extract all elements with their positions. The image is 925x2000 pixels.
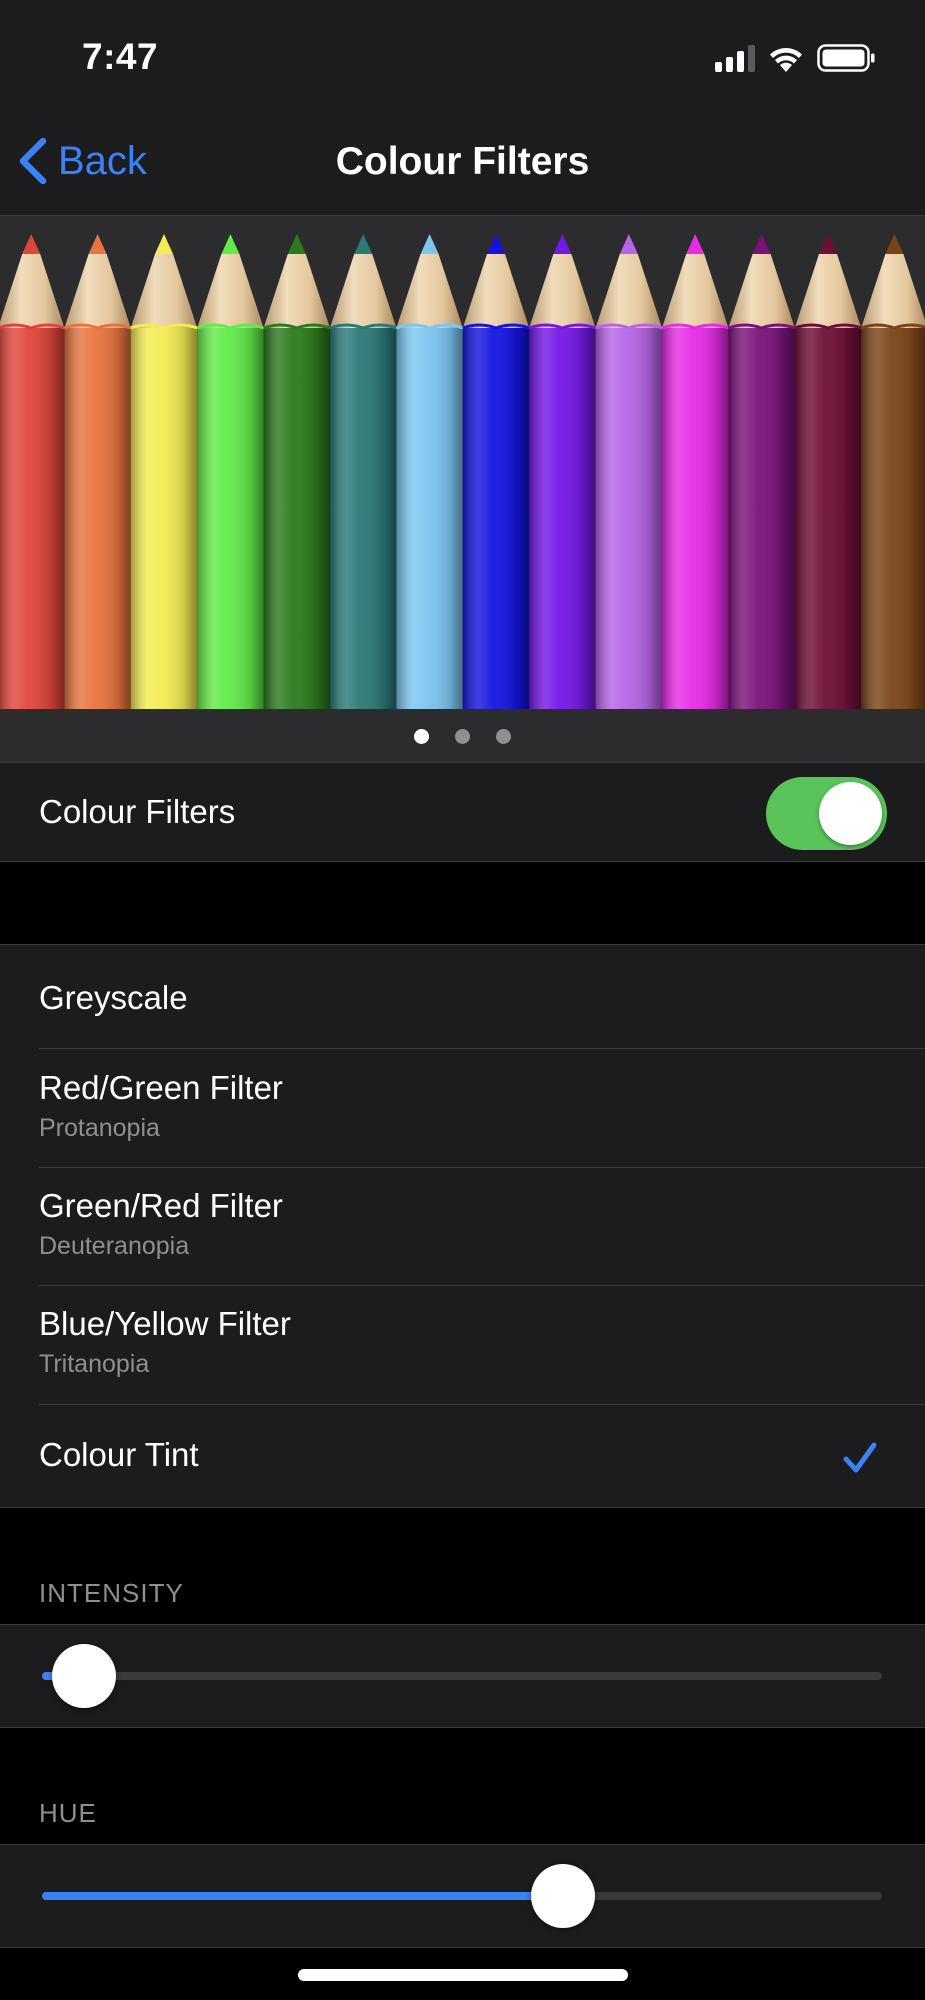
pencil: [196, 234, 265, 709]
battery-icon: [817, 44, 875, 72]
page-dot[interactable]: [455, 729, 470, 744]
status-time: 7:47: [82, 36, 159, 77]
intensity-header: INTENSITY: [39, 1578, 184, 1608]
divider: [0, 861, 925, 862]
pencil: [462, 234, 530, 709]
pencil: [595, 234, 663, 709]
filter-list: Greyscale Red/Green Filter Protanopia Gr…: [0, 945, 925, 1507]
pencil: [794, 234, 862, 709]
pencil: [727, 234, 796, 709]
filter-subtitle: Deuteranopia: [39, 1232, 190, 1260]
filter-option-protanopia[interactable]: Red/Green Filter Protanopia: [0, 1049, 925, 1167]
page-dot[interactable]: [414, 729, 429, 744]
hue-slider-fill: [42, 1892, 563, 1900]
divider: [0, 1727, 925, 1728]
pencil: [263, 234, 331, 709]
filter-title: Colour Tint: [39, 1436, 199, 1473]
hue-slider-track[interactable]: [42, 1892, 882, 1900]
filter-subtitle: Protanopia: [39, 1114, 160, 1142]
colour-filters-toggle-row: Colour Filters: [0, 763, 925, 861]
filter-subtitle: Tritanopia: [39, 1350, 150, 1378]
pencil: [661, 234, 729, 709]
filter-option-colour-tint[interactable]: Colour Tint: [0, 1405, 925, 1507]
colour-pencils-image[interactable]: [0, 216, 925, 709]
toggle-knob: [819, 782, 882, 845]
filter-title: Blue/Yellow Filter: [39, 1305, 291, 1342]
filter-option-greyscale[interactable]: Greyscale: [0, 945, 925, 1048]
hue-slider-thumb[interactable]: [530, 1864, 595, 1928]
hue-header: HUE: [39, 1798, 97, 1828]
pencil: [0, 234, 65, 709]
toggle-row-label: Colour Filters: [39, 793, 236, 830]
filter-option-tritanopia[interactable]: Blue/Yellow Filter Tritanopia: [0, 1286, 925, 1404]
intensity-slider-track[interactable]: [42, 1672, 882, 1680]
checkmark-icon: [843, 1442, 877, 1473]
filter-title: Red/Green Filter: [39, 1069, 283, 1106]
divider: [0, 1507, 925, 1508]
pencil: [329, 234, 397, 709]
pencil: [860, 234, 925, 709]
page-dot[interactable]: [496, 729, 511, 744]
wifi-icon: [770, 48, 802, 72]
status-icons: [715, 42, 875, 72]
intensity-slider-thumb[interactable]: [52, 1644, 116, 1708]
filter-title: Green/Red Filter: [39, 1187, 283, 1224]
pencil: [130, 234, 198, 709]
colour-filters-toggle[interactable]: [766, 777, 887, 850]
home-indicator: [298, 1969, 628, 1981]
pencil: [63, 234, 132, 709]
hue-slider-row: [0, 1845, 925, 1947]
page-title: Colour Filters: [335, 140, 590, 183]
pencil: [528, 234, 597, 709]
filter-title: Greyscale: [39, 979, 188, 1016]
page-control[interactable]: [0, 709, 925, 762]
divider: [0, 1947, 925, 1948]
pencil: [395, 234, 464, 709]
intensity-slider-row: [0, 1625, 925, 1727]
filter-option-deuteranopia[interactable]: Green/Red Filter Deuteranopia: [0, 1168, 925, 1285]
cellular-signal-icon: [715, 44, 755, 72]
